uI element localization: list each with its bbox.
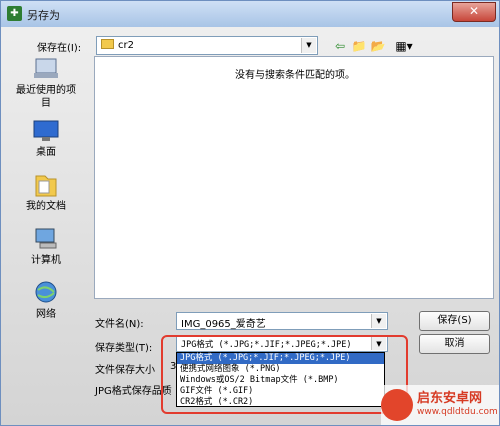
desktop-icon	[32, 118, 60, 144]
place-recent[interactable]: 最近使用的项目	[13, 56, 79, 110]
watermark-name: 启东安卓网	[417, 391, 483, 406]
place-documents[interactable]: 我的文档	[13, 172, 79, 213]
view-menu-icon[interactable]: ▦▾	[391, 38, 417, 54]
dialog-title: 另存为	[27, 9, 60, 22]
filetype-label: 保存类型(T):	[95, 343, 153, 354]
red-highlight-annotation	[161, 335, 408, 414]
up-folder-icon[interactable]: 📁	[350, 38, 368, 54]
filesize-label: 文件保存大小	[95, 365, 155, 376]
save-button[interactable]: 保存(S)	[419, 311, 490, 331]
filename-input[interactable]: IMG_0965_爱奇艺 ▼	[176, 312, 388, 330]
save-as-dialog: ✚ 另存为 ✕ 保存在(I): cr2 ▼ ⇦ 📁 📂 ▦▾ 最近使用的项目 桌…	[0, 0, 500, 426]
watermark-logo-icon	[381, 389, 413, 421]
documents-folder-icon	[32, 172, 60, 198]
watermark-url: www.qdldtdu.com	[417, 407, 498, 417]
save-in-value: cr2	[118, 40, 134, 51]
save-in-combo[interactable]: cr2 ▼	[96, 36, 318, 55]
place-label: 桌面	[36, 147, 56, 158]
folder-icon	[101, 39, 114, 49]
save-in-label: 保存在(I):	[37, 43, 82, 54]
file-list[interactable]: 没有与搜索条件匹配的项。	[94, 56, 494, 299]
place-desktop[interactable]: 桌面	[13, 118, 79, 159]
empty-message: 没有与搜索条件匹配的项。	[235, 70, 355, 81]
cancel-button[interactable]: 取消	[419, 334, 490, 354]
place-label: 我的文档	[26, 201, 66, 212]
chevron-down-icon[interactable]: ▼	[301, 38, 316, 53]
title-bar: ✚ 另存为 ✕	[1, 1, 499, 27]
back-icon[interactable]: ⇦	[331, 38, 349, 54]
chevron-down-icon[interactable]: ▼	[371, 314, 386, 328]
close-button[interactable]: ✕	[452, 2, 496, 22]
place-label: 最近使用的项目	[16, 85, 76, 109]
place-label: 计算机	[31, 255, 61, 266]
watermark: 启东安卓网 www.qdldtdu.com	[381, 385, 499, 425]
place-computer[interactable]: 计算机	[13, 226, 79, 267]
place-label: 网络	[36, 309, 56, 320]
computer-icon	[32, 226, 60, 252]
filename-label: 文件名(N):	[95, 319, 144, 330]
filename-value: IMG_0965_爱奇艺	[181, 319, 266, 330]
app-icon: ✚	[7, 6, 22, 21]
network-globe-icon	[32, 280, 60, 306]
place-network[interactable]: 网络	[13, 280, 79, 321]
new-folder-icon[interactable]: 📂	[369, 38, 387, 54]
places-bar: 最近使用的项目 桌面 我的文档 计算机 网络	[13, 56, 79, 356]
recent-items-icon	[32, 56, 60, 82]
